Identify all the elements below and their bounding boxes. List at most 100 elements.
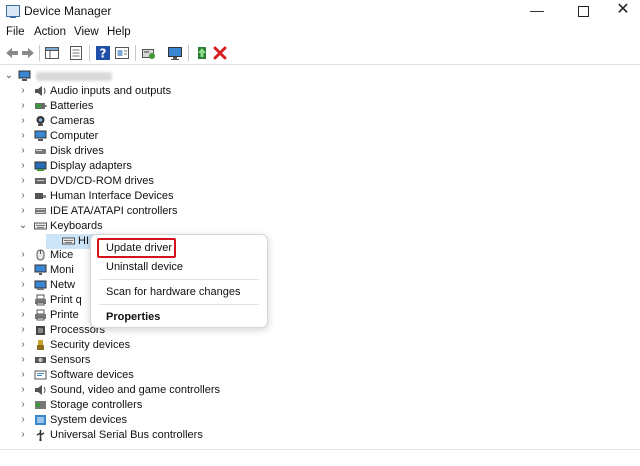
chevron-right-icon[interactable]: › [18,324,28,336]
chevron-right-icon[interactable]: › [18,414,28,426]
tree-category-item[interactable]: › Software devices [0,368,640,383]
chevron-right-icon[interactable]: › [18,100,28,112]
tree-item-label: IDE ATA/ATAPI controllers [50,204,178,217]
chevron-right-icon[interactable]: › [18,145,28,157]
tree-category-item[interactable]: › Display adapters [0,159,640,174]
display-icon [34,161,47,171]
tree-category-item[interactable]: › Universal Serial Bus controllers [0,428,640,443]
chevron-right-icon[interactable]: › [18,399,28,411]
tree-category-item[interactable]: › Audio inputs and outputs [0,84,640,99]
toolbar-separator [39,45,40,61]
tree-category-item[interactable]: › Human Interface Devices [0,189,640,204]
tree-category-item[interactable]: › IDE ATA/ATAPI controllers [0,204,640,219]
menu-bar: File Action View Help [0,24,640,42]
help-icon[interactable]: ? [95,45,111,61]
tree-item-label: Sensors [50,354,91,367]
tree-root[interactable]: ⌄ [0,69,640,84]
chevron-right-icon[interactable]: › [18,85,28,97]
tree-category-item[interactable]: › System devices [0,413,640,428]
device-manager-app-icon [6,5,20,18]
tree-item-label: Storage controllers [50,398,143,411]
tree-category-item[interactable]: › Security devices [0,338,640,353]
tree-item-label: HI [78,234,89,247]
tree-item-label: Mice [50,249,74,262]
tree-item-label: Disk drives [50,144,104,157]
uninstall-device-menu-item[interactable]: Uninstall device [106,261,183,273]
status-divider [0,449,640,450]
chevron-right-icon[interactable]: › [18,160,28,172]
minimize-button[interactable]: — [517,0,557,22]
menu-action[interactable]: Action [34,26,66,38]
update-driver-icon[interactable] [194,45,210,61]
chevron-right-icon[interactable]: › [18,205,28,217]
tree-category-item[interactable]: › Computer [0,129,640,144]
tree-category-item[interactable]: › Sound, video and game controllers [0,383,640,398]
chevron-right-icon[interactable]: › [18,130,28,142]
tree-category-item[interactable]: › Storage controllers [0,398,640,413]
update-driver-menu-item[interactable]: Update driver [106,242,172,254]
close-button[interactable]: ✕ [603,0,640,22]
chevron-right-icon[interactable]: › [18,115,28,127]
tree-item-label: System devices [50,413,128,426]
computer-name-redacted [36,72,112,81]
menu-view[interactable]: View [74,26,99,38]
chevron-down-icon[interactable]: ⌄ [18,220,28,232]
properties-menu-item[interactable]: Properties [106,311,160,323]
chevron-right-icon[interactable]: › [18,339,28,351]
sound-icon [35,385,46,395]
tree-item-label: Netw [50,279,76,292]
chevron-right-icon[interactable]: › [18,190,28,202]
disk-icon [35,148,46,154]
uninstall-icon[interactable] [212,45,228,61]
properties-icon[interactable] [68,45,84,61]
show-hidden-icon[interactable] [114,45,130,61]
tree-item-label: Cameras [50,114,95,127]
menu-help[interactable]: Help [107,26,131,38]
tree-category-item[interactable]: › DVD/CD-ROM drives [0,174,640,189]
tree-item-label: Human Interface Devices [50,189,174,202]
chevron-right-icon[interactable]: › [18,294,28,306]
security-icon [37,340,44,351]
chevron-down-icon[interactable]: ⌄ [4,70,14,82]
system-icon [35,414,46,425]
computer-icon [18,70,31,81]
tree-category-item[interactable]: › Disk drives [0,144,640,159]
hid-icon [35,192,46,199]
tree-category-item[interactable]: ⌄ Keyboards [0,219,640,234]
usb-icon [36,429,45,441]
tree-category-item[interactable]: › Batteries [0,99,640,114]
chevron-right-icon[interactable]: › [18,429,28,441]
monitor-icon[interactable] [167,45,183,61]
tree-category-item[interactable]: › Sensors [0,353,640,368]
tree-item-label: Batteries [50,99,94,112]
maximize-button[interactable] [563,0,603,22]
chevron-right-icon[interactable]: › [18,384,28,396]
camera-icon [36,115,45,126]
monitor-icon [34,264,47,276]
tree-item-label: Moni [50,264,74,277]
tree-item-label: Audio inputs and outputs [50,85,172,97]
toolbar-separator [135,45,136,61]
context-menu: Update driver Uninstall device Scan for … [90,234,268,328]
forward-icon[interactable] [20,45,36,61]
tree-category-item[interactable]: › Cameras [0,114,640,129]
menu-file[interactable]: File [6,26,25,38]
show-hide-tree-icon[interactable] [44,45,60,61]
chevron-right-icon[interactable]: › [18,354,28,366]
tree-item-label: Software devices [50,369,134,382]
tree-item-label: Printe [50,309,79,322]
title-bar: Device Manager — ✕ [0,0,640,22]
network-icon [34,280,47,291]
chevron-right-icon[interactable]: › [18,249,28,261]
scan-hardware-icon[interactable] [141,45,157,61]
chevron-right-icon[interactable]: › [18,369,28,381]
tree-item-label: Security devices [50,339,131,352]
chevron-right-icon[interactable]: › [18,175,28,187]
scan-hardware-menu-item[interactable]: Scan for hardware changes [106,286,241,298]
svg-text:?: ? [100,47,107,61]
chevron-right-icon[interactable]: › [18,279,28,291]
chevron-right-icon[interactable]: › [18,309,28,321]
tree-item-label: Keyboards [50,219,103,232]
chevron-right-icon[interactable]: › [18,264,28,276]
back-icon[interactable] [4,45,20,61]
